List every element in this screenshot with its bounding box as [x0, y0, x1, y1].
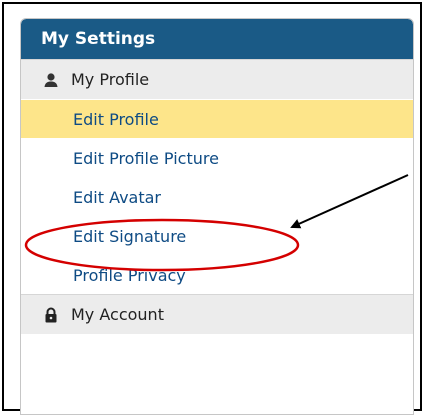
section-my-account[interactable]: My Account [21, 294, 413, 334]
menu-item-label: Edit Profile Picture [73, 148, 219, 168]
section-my-profile[interactable]: My Profile [21, 59, 413, 99]
user-icon [43, 72, 59, 88]
menu-item-label: Edit Signature [73, 226, 187, 246]
menu-item-profile-privacy[interactable]: Profile Privacy [21, 255, 413, 294]
menu-item-edit-profile[interactable]: Edit Profile [21, 99, 413, 138]
menu-item-edit-signature[interactable]: Edit Signature [21, 216, 413, 255]
settings-panel: My Settings My Profile Edit Profile Edit… [20, 18, 414, 415]
menu-item-label: Edit Profile [73, 109, 159, 129]
menu-item-edit-profile-picture[interactable]: Edit Profile Picture [21, 138, 413, 177]
section-label: My Profile [71, 70, 150, 89]
section-label: My Account [71, 305, 164, 324]
settings-header: My Settings [21, 19, 413, 59]
menu-item-label: Profile Privacy [73, 265, 186, 285]
menu-item-edit-avatar[interactable]: Edit Avatar [21, 177, 413, 216]
settings-title: My Settings [41, 29, 156, 49]
lock-icon [43, 307, 59, 323]
menu-item-label: Edit Avatar [73, 187, 162, 207]
